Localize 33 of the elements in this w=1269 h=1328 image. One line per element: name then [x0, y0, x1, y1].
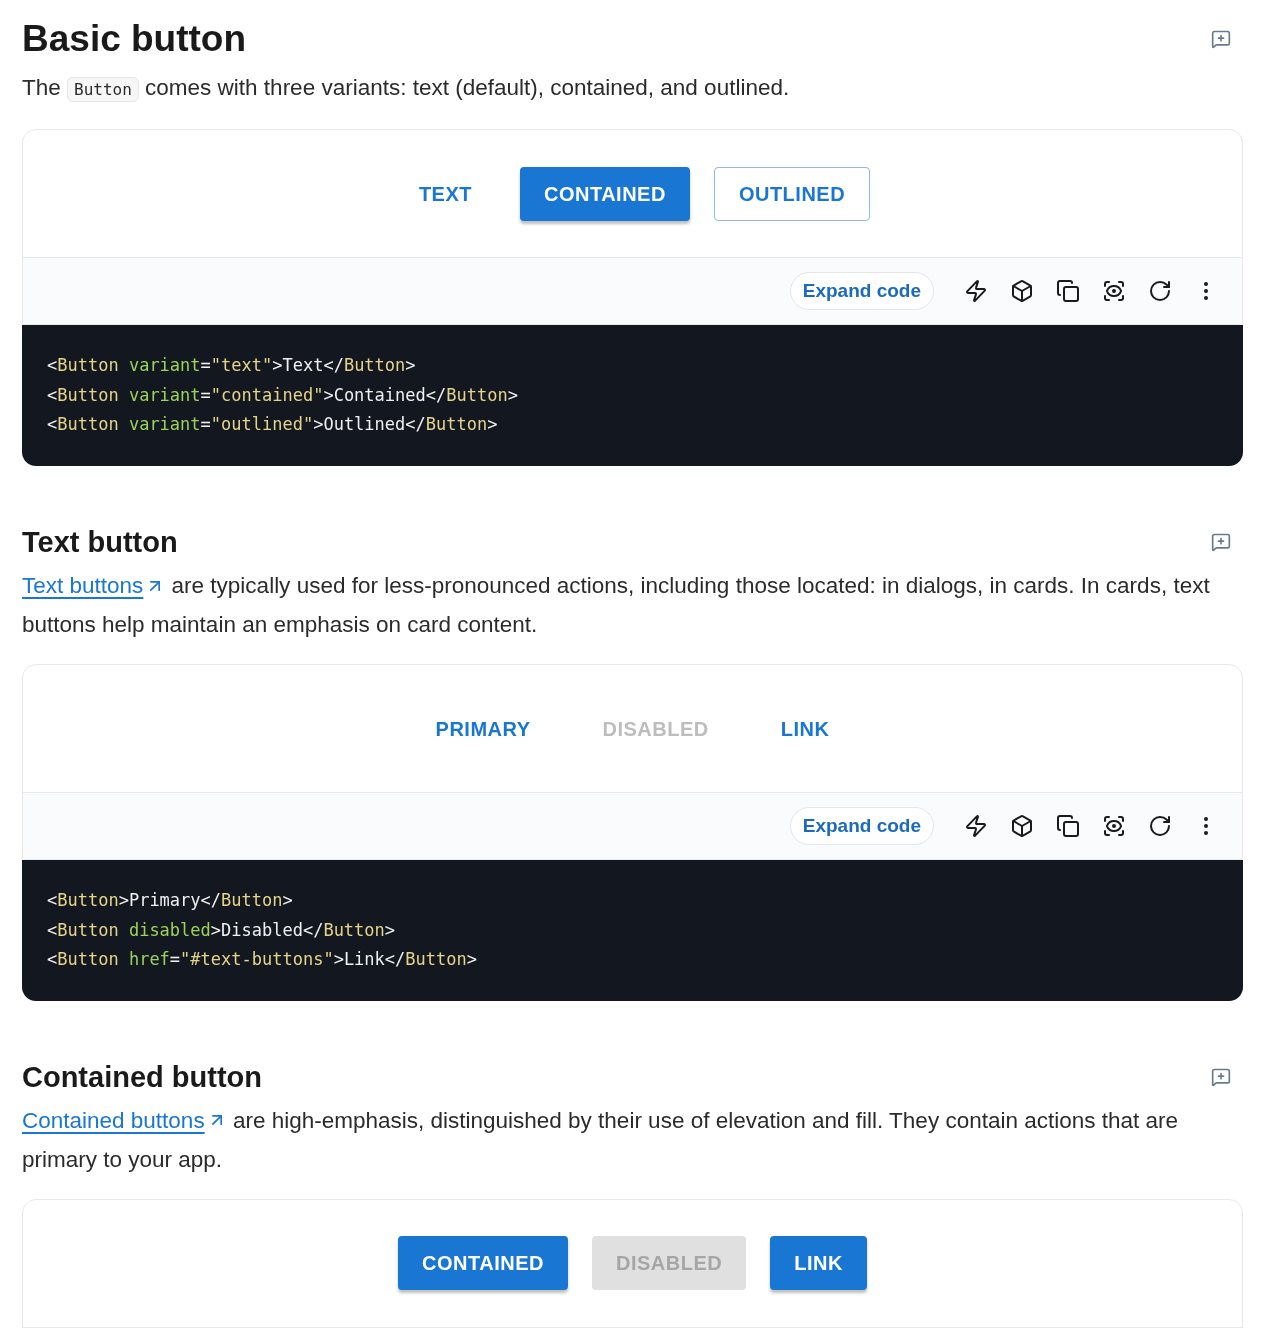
contained-button[interactable]: CONTAINED — [520, 166, 690, 221]
section-heading: Basic button — [22, 17, 247, 61]
expand-code-button[interactable]: Expand code — [789, 807, 934, 845]
text-button[interactable]: TEXT — [394, 166, 496, 221]
lightning-icon[interactable] — [964, 814, 988, 838]
doc-link[interactable]: Text buttons — [22, 566, 166, 605]
outlined-button[interactable]: OUTLINED — [713, 166, 871, 221]
contained-button[interactable]: CONTAINED — [398, 1236, 568, 1291]
text-button[interactable]: PRIMARY — [411, 701, 555, 756]
section-heading: Text button — [22, 524, 178, 560]
code-block: <Button variant="text">Text</Button> <Button variant="contained">Contained</Button> <Button variant="outlined">Outlined</Button> — [22, 325, 1243, 466]
text-button[interactable]: LINK — [756, 701, 854, 756]
intro-paragraph: Text buttons are typically used for less-pronounced actions, including those located: in dialogs, in cards. In cards, text buttons help maintain an emphasis on card content. — [22, 566, 1243, 644]
comment-add-icon[interactable] — [1211, 531, 1231, 552]
reload-icon[interactable] — [1148, 814, 1172, 838]
comment-add-icon[interactable] — [1211, 29, 1231, 50]
intro-paragraph: Contained buttons are high-emphasis, distinguished by their use of elevation and fill. They contain actions that are primary to your app. — [22, 1100, 1243, 1179]
intro-paragraph: The Button comes with three variants: text (default), contained, and outlined. — [22, 74, 791, 105]
focus-icon[interactable] — [1102, 279, 1126, 304]
contained-button[interactable]: LINK — [770, 1236, 867, 1291]
doc-link[interactable]: Contained buttons — [22, 1100, 227, 1140]
cube-icon[interactable] — [1010, 814, 1034, 838]
inline-code: Button — [67, 77, 139, 103]
copy-icon[interactable] — [1056, 279, 1080, 304]
copy-icon[interactable] — [1056, 814, 1080, 838]
lightning-icon[interactable] — [964, 279, 988, 304]
expand-code-button[interactable]: Expand code — [789, 272, 934, 311]
cube-icon[interactable] — [1010, 279, 1034, 304]
focus-icon[interactable] — [1102, 814, 1126, 838]
section-heading: Contained button — [22, 1059, 262, 1095]
code-block: <Button>Primary</Button> <Button disabled>Disabled</Button> <Button href="#text-buttons">Link</Button> — [22, 860, 1243, 1001]
reload-icon[interactable] — [1148, 279, 1172, 304]
comment-add-icon[interactable] — [1211, 1066, 1231, 1087]
